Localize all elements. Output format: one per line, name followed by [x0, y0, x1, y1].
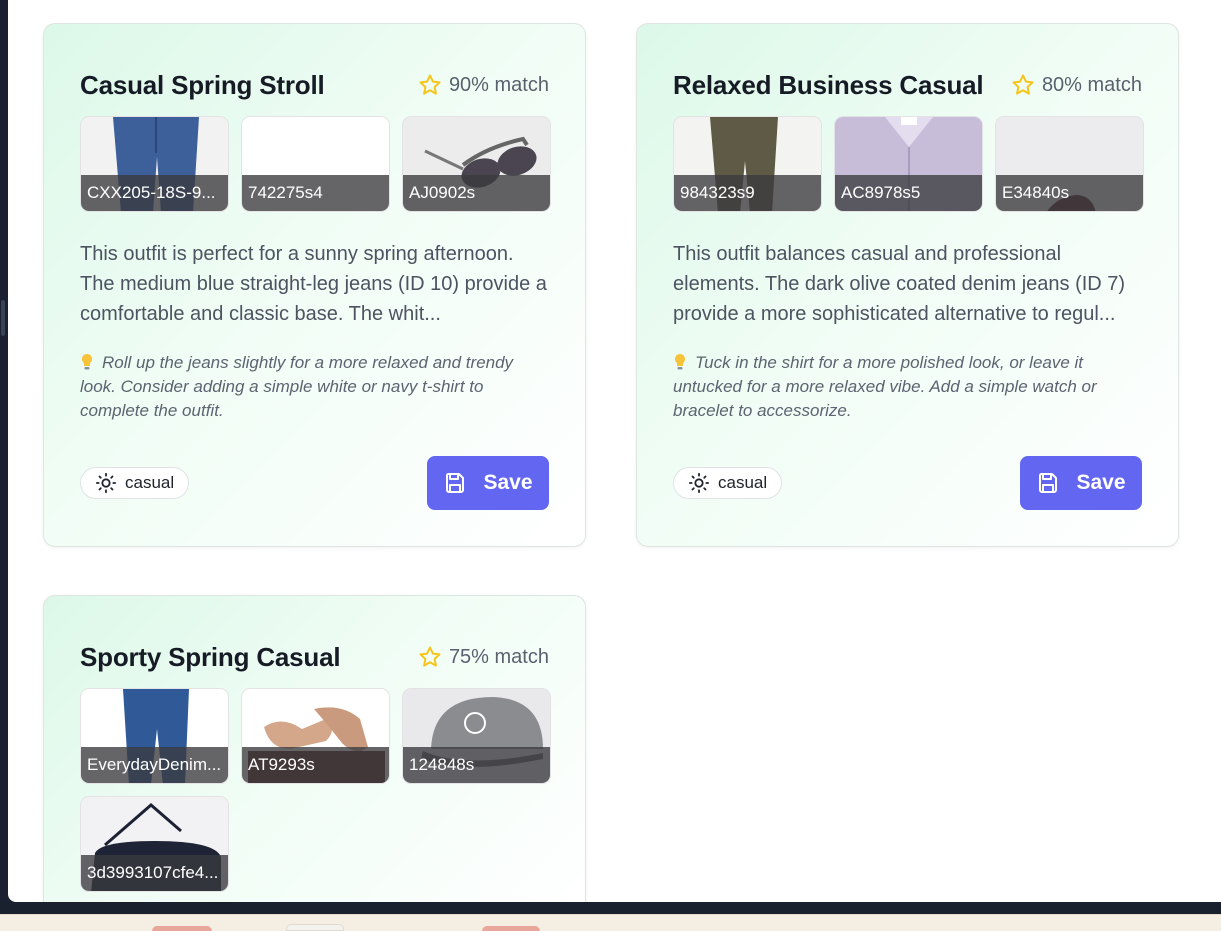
outfit-title: Sporty Spring Casual — [80, 641, 341, 672]
styling-tip: Tuck in the shirt for a more polished lo… — [673, 351, 1142, 423]
sun-icon — [688, 472, 710, 494]
item-thumbnail[interactable]: 742275s4 — [241, 116, 390, 212]
match-score: 90% match — [418, 73, 549, 97]
outfit-items: 984323s9 AC8978s5 E34840s — [673, 116, 1144, 212]
outfit-card-header: Casual Spring Stroll 90% match — [80, 68, 549, 102]
outfit-description: This outfit balances casual and professi… — [673, 243, 1126, 325]
item-thumbnail[interactable]: E34840s — [995, 116, 1144, 212]
sun-icon — [95, 472, 117, 494]
item-id-label: AT9293s — [242, 747, 389, 783]
star-icon — [419, 74, 441, 95]
lightbulb-icon — [82, 354, 92, 370]
outfit-card-header: Relaxed Business Casual 80% match — [673, 68, 1142, 102]
save-icon — [1039, 473, 1058, 493]
item-thumbnail[interactable]: AC8978s5 — [834, 116, 983, 212]
save-button[interactable]: Save — [427, 456, 549, 510]
match-score: 75% match — [418, 645, 549, 669]
save-button-label: Save — [483, 471, 533, 494]
outfit-title: Casual Spring Stroll — [80, 69, 325, 100]
save-button-label: Save — [1076, 471, 1126, 494]
style-tag-label: casual — [125, 473, 175, 492]
style-tag: casual — [673, 467, 783, 499]
item-id-label: 742275s4 — [242, 175, 389, 211]
outfit-card: Sporty Spring Casual 75% match EverydayD… — [43, 595, 586, 902]
taskbar-item[interactable] — [286, 924, 344, 931]
style-tag-label: casual — [718, 473, 768, 492]
styling-tip-text: Tuck in the shirt for a more polished lo… — [673, 353, 1097, 420]
outfit-card-header: Sporty Spring Casual 75% match — [80, 640, 549, 674]
outfit-items: EverydayDenim... AT9293s 124848s 3d39931… — [80, 688, 551, 892]
styling-tip-text: Roll up the jeans slightly for a more re… — [80, 353, 514, 420]
style-tag: casual — [80, 467, 190, 499]
item-thumbnail[interactable]: CXX205-18S-9... — [80, 116, 229, 212]
item-id-label: 984323s9 — [674, 175, 821, 211]
window-resize-handle[interactable] — [1, 300, 5, 336]
item-thumbnail[interactable]: AT9293s — [241, 688, 390, 784]
match-score: 80% match — [1011, 73, 1142, 97]
taskbar-strip — [0, 914, 1221, 931]
item-thumbnail[interactable]: 3d3993107cfe4... — [80, 796, 229, 892]
styling-tip: Roll up the jeans slightly for a more re… — [80, 351, 549, 423]
item-id-label: 124848s — [403, 747, 550, 783]
save-icon — [446, 473, 465, 493]
item-thumbnail[interactable]: 124848s — [402, 688, 551, 784]
star-icon — [419, 646, 441, 667]
taskbar-item[interactable] — [482, 926, 540, 931]
star-icon — [1012, 74, 1034, 95]
item-id-label: AJ0902s — [403, 175, 550, 211]
item-thumbnail[interactable]: EverydayDenim... — [80, 688, 229, 784]
outfit-card: Relaxed Business Casual 80% match 984323… — [636, 23, 1179, 547]
item-id-label: AC8978s5 — [835, 175, 982, 211]
lightbulb-icon — [675, 354, 685, 370]
item-thumbnail[interactable]: AJ0902s — [402, 116, 551, 212]
outfit-items: CXX205-18S-9... 742275s4 AJ0902s — [80, 116, 551, 212]
outfit-results-viewport: Casual Spring Stroll 90% match CXX205-18… — [8, 0, 1221, 902]
outfit-card-footer: casual Save — [673, 456, 1142, 510]
match-score-text: 90% match — [448, 73, 549, 96]
outfit-card: Casual Spring Stroll 90% match CXX205-18… — [43, 23, 586, 547]
item-id-label: 3d3993107cfe4... — [81, 855, 228, 891]
outfit-description: This outfit is perfect for a sunny sprin… — [80, 243, 547, 325]
item-id-label: CXX205-18S-9... — [81, 175, 228, 211]
save-button[interactable]: Save — [1020, 456, 1142, 510]
item-id-label: EverydayDenim... — [81, 747, 228, 783]
match-score-text: 75% match — [448, 645, 549, 668]
match-score-text: 80% match — [1041, 73, 1142, 96]
item-id-label: E34840s — [996, 175, 1143, 211]
outfit-card-footer: casual Save — [80, 456, 549, 510]
taskbar — [0, 902, 1221, 931]
item-thumbnail[interactable]: 984323s9 — [673, 116, 822, 212]
outfit-title: Relaxed Business Casual — [673, 69, 984, 100]
taskbar-item[interactable] — [152, 926, 212, 931]
